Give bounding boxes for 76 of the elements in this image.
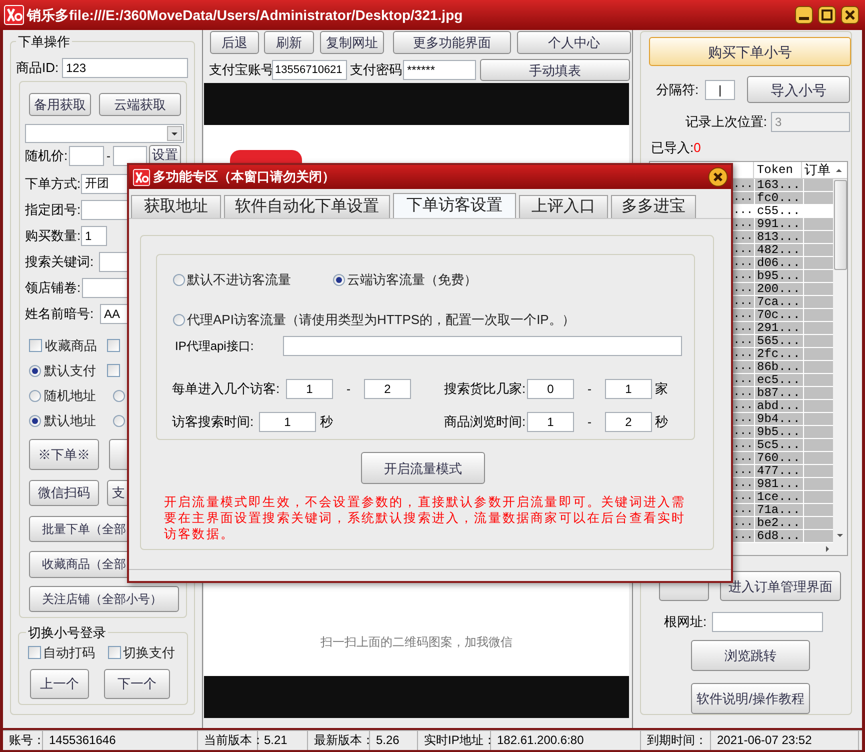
- option-label: 默认支付: [44, 362, 96, 380]
- table-cell: 163...: [755, 179, 804, 191]
- table-cell: be2...: [755, 517, 804, 529]
- field-label: 下单方式:: [25, 174, 81, 193]
- status-value: 1455361646: [43, 731, 198, 750]
- table-cell: d06...: [755, 257, 804, 269]
- table-cell: 981...: [755, 478, 804, 490]
- field-label: 已导入:: [651, 139, 694, 158]
- dialog-title: 多功能专区（本窗口请勿关闭）: [153, 168, 335, 186]
- table-cell: 2fc...: [755, 348, 804, 360]
- table-cell: 5c5...: [755, 439, 804, 451]
- import-count: 0: [694, 139, 701, 158]
- table-cell: fc0...: [755, 192, 804, 204]
- option-label: 切换支付: [123, 644, 175, 662]
- unit-label: 秒: [320, 413, 333, 432]
- field-label: 支付宝账号: [209, 61, 272, 80]
- table-cell: 71a...: [755, 504, 804, 516]
- table-cell: 9b5...: [755, 426, 804, 438]
- separator-text: -: [106, 148, 112, 164]
- status-label: 实时IP地址：: [418, 731, 491, 750]
- table-cell: b95...: [755, 270, 804, 282]
- field-label: 商品ID:: [16, 58, 60, 77]
- field-label: IP代理api接口:: [175, 338, 255, 355]
- option-label: 默认不进访客流量: [187, 271, 291, 290]
- status-value: 2021-06-07 23:52: [711, 731, 859, 750]
- option-label: 自动打码: [43, 644, 95, 662]
- table-cell: 6d8...: [755, 530, 804, 542]
- status-label: 当前版本：: [198, 731, 258, 750]
- field-label: 根网址:: [664, 613, 708, 632]
- table-cell: 200...: [755, 283, 804, 295]
- field-label: 搜索货比几家:: [444, 380, 527, 398]
- table-cell: 565...: [755, 335, 804, 347]
- table-cell: 70c...: [755, 309, 804, 321]
- option-label: 默认地址: [44, 412, 96, 430]
- group-title: 切换小号登录: [27, 624, 107, 642]
- field-label: 访客搜索时间:: [172, 413, 255, 432]
- status-label: 到期时间：: [641, 731, 711, 750]
- status-value: 182.61.200.6:80: [491, 731, 641, 750]
- field-label: 姓名前暗号:: [25, 304, 95, 323]
- table-cell: abd...: [755, 400, 804, 412]
- field-label: 指定团号:: [25, 200, 81, 219]
- field-label: 领店铺卷:: [25, 278, 82, 297]
- table-cell: 1ce...: [755, 491, 804, 503]
- separator-text: -: [346, 381, 352, 398]
- table-cell: 477...: [755, 465, 804, 477]
- table-cell: 86b...: [755, 361, 804, 373]
- option-label: 云端访客流量（免费）: [347, 271, 477, 290]
- separator-text: -: [586, 381, 592, 398]
- option-label: 随机地址: [44, 386, 96, 405]
- table-cell: 7ca...: [755, 296, 804, 308]
- table-cell: 9b4...: [755, 413, 804, 425]
- option-label: 收藏商品: [45, 336, 97, 355]
- table-cell: 813...: [755, 231, 804, 243]
- window-title: 销乐多file:///E:/360MoveData/Users/Administrator/Desktop/321.jpg: [27, 6, 463, 25]
- table-cell: 482...: [755, 244, 804, 256]
- table-cell: 760...: [755, 452, 804, 464]
- page-caption: 扫一扫上面的二维码图案，加我微信: [320, 634, 512, 651]
- status-label: 账号：: [3, 731, 43, 750]
- table-cell: b87...: [755, 387, 804, 399]
- status-label: 最新版本：: [308, 731, 370, 750]
- field-label: 记录上次位置:: [684, 113, 767, 132]
- table-cell: ec5...: [755, 374, 804, 386]
- field-label: 支付密码: [350, 61, 403, 80]
- field-label: 分隔符:: [656, 80, 700, 99]
- field-label: 搜索关键词:: [25, 252, 95, 271]
- group-title: 下单操作: [17, 33, 71, 51]
- separator-text: -: [586, 414, 592, 431]
- field-label: 商品浏览时间:: [444, 413, 527, 432]
- status-value: 5.26: [370, 731, 418, 750]
- table-cell: c55...: [755, 205, 804, 217]
- field-label: 购买数量:: [25, 226, 81, 245]
- table-cell: 291...: [755, 322, 804, 334]
- option-label: 代理API访客流量（请使用类型为HTTPS的，配置一次取一个IP。）: [187, 311, 575, 330]
- field-label: 每单进入几个访客:: [172, 380, 281, 398]
- table-cell: 991...: [755, 218, 804, 230]
- field-label: 随机价:: [25, 146, 69, 165]
